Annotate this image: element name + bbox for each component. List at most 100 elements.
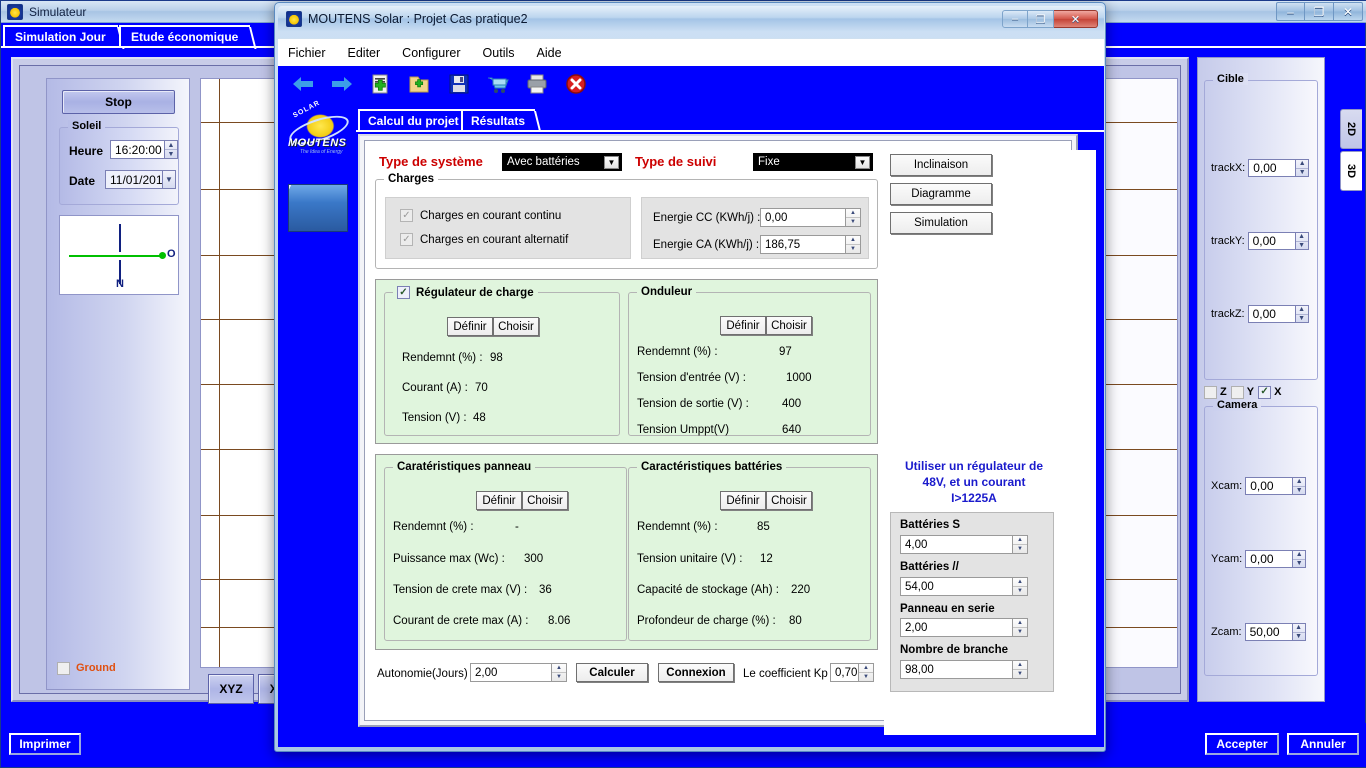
onduleur-choisir-button[interactable]: Choisir [766,316,812,335]
sizing-input-2[interactable]: 2,00 [900,618,1012,637]
sizing-spinner-3[interactable]: 98,00 ▲ ▼ [900,660,1028,679]
autonomie-spinner[interactable]: 2,00 ▲ ▼ [470,663,567,682]
ground-checkbox-row[interactable]: Ground [57,659,181,677]
menu-aide[interactable]: Aide [537,46,562,60]
energie-ca-stepper[interactable]: ▲ ▼ [845,235,861,254]
trackz-spinner[interactable]: ▲ ▼ [1295,305,1309,323]
dialog-toolbar[interactable] [278,66,1104,102]
regulateur-choisir-button[interactable]: Choisir [493,317,539,336]
energie-cc-input[interactable]: 0,00 [760,208,845,227]
cart-icon[interactable] [485,72,511,96]
forward-arrow-icon[interactable] [329,72,355,96]
sizing-stepper-3[interactable]: ▲ ▼ [1012,660,1028,679]
type-systeme-combo[interactable]: Avec battéries ▼ [502,153,622,171]
menu-fichier[interactable]: Fichier [288,46,326,60]
panneau-choisir-button[interactable]: Choisir [522,491,568,510]
trackz-input[interactable]: 0,00 [1247,305,1296,323]
tracky-input[interactable]: 0,00 [1247,232,1296,250]
calculer-button[interactable]: Calculer [576,663,648,682]
inclinaison-button[interactable]: Inclinaison [890,154,992,176]
sizing-input-1[interactable]: 54,00 [900,577,1012,596]
trackx-input[interactable]: 0,00 [1248,159,1297,177]
axis-z-checkbox[interactable] [1204,385,1217,399]
trackx-spinner[interactable]: ▲ ▼ [1296,159,1310,177]
axis-toggle-x[interactable]: ✓ X [1258,385,1281,399]
sizing-stepper-2[interactable]: ▲ ▼ [1012,618,1028,637]
autonomie-input[interactable]: 2,00 [470,663,551,682]
sizing-input-3[interactable]: 98,00 [900,660,1012,679]
menu-outils[interactable]: Outils [483,46,515,60]
type-suivi-combo[interactable]: Fixe ▼ [753,153,873,171]
sizing-input-0[interactable]: 4,00 [900,535,1012,554]
charges-ac-checkbox[interactable]: ✓ [400,233,413,246]
dialog-maximize-icon[interactable]: ❐ [1028,10,1054,28]
date-dropdown-icon[interactable]: ▼ [163,170,176,189]
xcam-spinner[interactable]: ▲ ▼ [1293,477,1307,495]
regulateur-definir-button[interactable]: Définir [447,317,493,336]
simulation-button[interactable]: Simulation [890,212,992,234]
energie-ca-input[interactable]: 186,75 [760,235,845,254]
stop-button[interactable]: Stop [62,90,175,114]
axis-checkbox-row[interactable]: Z Y ✓ X [1204,384,1318,400]
back-arrow-icon[interactable] [290,72,316,96]
new-document-icon[interactable] [368,72,394,96]
zcam-spinner[interactable]: ▲ ▼ [1292,623,1306,641]
sizing-stepper-0[interactable]: ▲ ▼ [1012,535,1028,554]
accepter-button[interactable]: Accepter [1205,733,1279,755]
view-tab-2d[interactable]: 2D [1340,109,1362,149]
energie-cc-stepper[interactable]: ▲ ▼ [845,208,861,227]
kp-stepper[interactable]: ▲ ▼ [858,663,874,682]
kp-input[interactable]: 0,70 [830,663,858,682]
minimize-icon[interactable]: – [1276,2,1305,21]
dialog-window-controls[interactable]: – ❐ ✕ [1002,10,1098,28]
batteries-choisir-button[interactable]: Choisir [766,491,812,510]
axis-toggle-z[interactable]: Z [1204,385,1227,399]
tracky-spinner[interactable]: ▲ ▼ [1295,232,1309,250]
kp-spinner[interactable]: 0,70 ▲ ▼ [830,663,874,682]
axis-x-checkbox[interactable]: ✓ [1258,385,1272,399]
close-icon[interactable]: ✕ [1334,2,1363,21]
open-folder-icon[interactable] [407,72,433,96]
diagramme-button[interactable]: Diagramme [890,183,992,205]
ground-checkbox[interactable] [57,661,70,675]
dialog-close-icon[interactable]: ✕ [1054,10,1098,28]
charges-ac-row[interactable]: ✓ Charges en courant alternatif [400,233,568,246]
sizing-stepper-1[interactable]: ▲ ▼ [1012,577,1028,596]
onduleur-definir-button[interactable]: Définir [720,316,766,335]
heure-spinner[interactable]: ▲ ▼ [165,140,178,159]
dialog-minimize-icon[interactable]: – [1002,10,1028,28]
menu-editer[interactable]: Editer [348,46,381,60]
energie-ca-spinner[interactable]: 186,75 ▲ ▼ [760,235,861,254]
view-button-xyz[interactable]: XYZ [208,674,254,704]
maximize-icon[interactable]: ❐ [1305,2,1334,21]
view-tab-3d[interactable]: 3D [1340,151,1362,191]
sizing-spinner-2[interactable]: 2,00 ▲ ▼ [900,618,1028,637]
tab-calcul-du-projet[interactable]: Calcul du projet [358,109,469,130]
axis-y-checkbox[interactable] [1230,385,1244,399]
autonomie-stepper[interactable]: ▲ ▼ [551,663,567,682]
tab-simulation-jour[interactable]: Simulation Jour [3,25,118,47]
date-input[interactable]: 11/01/2018 [105,170,169,189]
axis-toggle-y[interactable]: Y [1230,385,1254,399]
save-disk-icon[interactable] [446,72,472,96]
energie-cc-spinner[interactable]: 0,00 ▲ ▼ [760,208,861,227]
xcam-input[interactable]: 0,00 [1245,477,1294,495]
simulateur-window-controls[interactable]: – ❐ ✕ [1276,2,1363,21]
regulateur-checkbox[interactable]: ✓ [397,286,410,299]
ycam-spinner[interactable]: ▲ ▼ [1293,550,1307,568]
ycam-input[interactable]: 0,00 [1245,550,1294,568]
sizing-spinner-0[interactable]: 4,00 ▲ ▼ [900,535,1028,554]
zcam-input[interactable]: 50,00 [1244,623,1293,641]
chevron-down-icon[interactable]: ▼ [604,156,619,169]
charges-dc-checkbox[interactable]: ✓ [400,209,413,222]
batteries-definir-button[interactable]: Définir [720,491,766,510]
print-icon[interactable] [524,72,550,96]
sizing-spinner-1[interactable]: 54,00 ▲ ▼ [900,577,1028,596]
charges-dc-row[interactable]: ✓ Charges en courant continu [400,209,561,222]
tab-resultats[interactable]: Résultats [461,109,536,130]
chevron-down-icon[interactable]: ▼ [855,156,870,169]
close-red-icon[interactable] [563,72,589,96]
dialog-tabstrip[interactable]: Calcul du projet Résultats [356,109,1104,131]
connexion-button[interactable]: Connexion [658,663,734,682]
heure-input[interactable]: 16:20:00 [110,140,165,159]
